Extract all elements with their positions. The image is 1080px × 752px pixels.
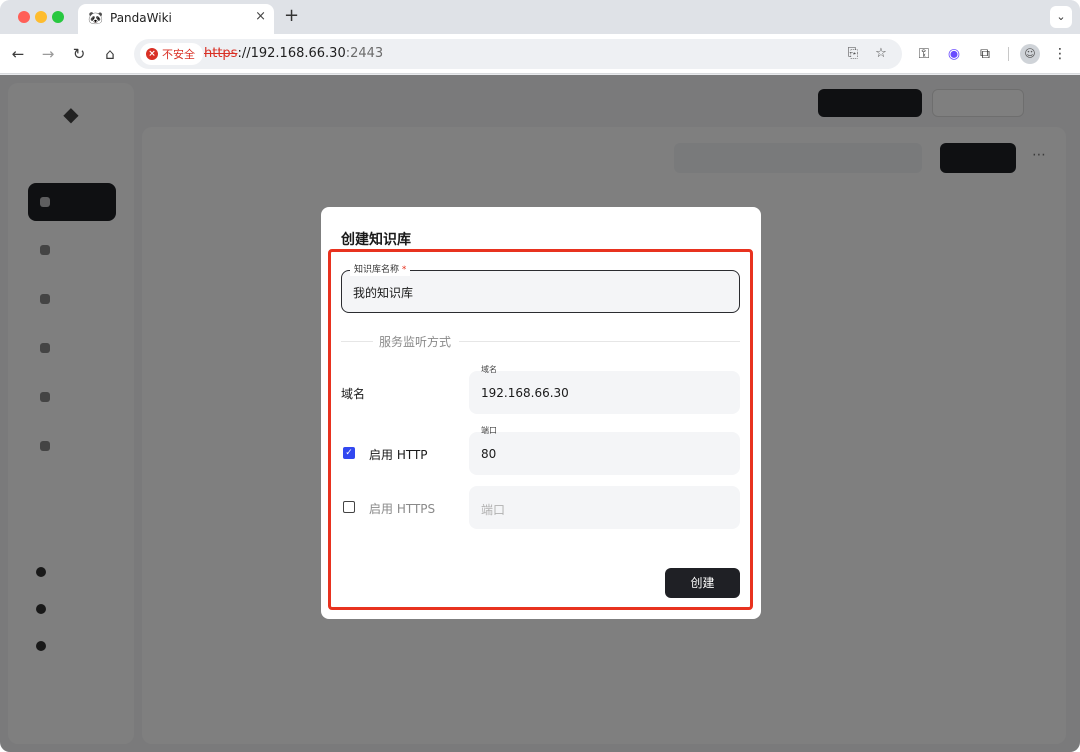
warning-icon: × — [146, 48, 158, 60]
address-bar[interactable]: × 不安全 https://192.168.66.30:2443 ⎘ ☆ — [134, 39, 902, 69]
minimize-window-button[interactable] — [35, 11, 47, 23]
forward-arrow-icon[interactable]: → — [38, 44, 58, 64]
https-port-input[interactable]: 端口 — [469, 486, 740, 529]
tab-title: PandaWiki — [110, 11, 172, 25]
url-text[interactable]: https://192.168.66.30:2443 — [204, 46, 383, 61]
domain-row-label: 域名 — [341, 387, 366, 401]
create-button[interactable]: 创建 — [665, 568, 740, 598]
tab-bar: 🐼 PandaWiki × + ⌄ — [0, 0, 1080, 34]
bookmark-star-icon[interactable]: ☆ — [872, 45, 890, 63]
required-mark: * — [401, 265, 407, 275]
back-arrow-icon[interactable]: ← — [8, 44, 28, 64]
close-window-button[interactable] — [18, 11, 30, 23]
reload-icon[interactable]: ↻ — [69, 44, 89, 64]
browser-toolbar: ← → ↻ ⌂ × 不安全 https://192.168.66.30:2443… — [0, 34, 1080, 74]
http-port-input[interactable]: 端口 80 — [469, 426, 740, 475]
browser-tab[interactable]: 🐼 PandaWiki × — [78, 4, 274, 34]
insecure-label: 不安全 — [162, 48, 195, 61]
maximize-window-button[interactable] — [52, 11, 64, 23]
kb-name-value: 我的知识库 — [353, 286, 414, 300]
kb-name-label: 知识库名称 * — [350, 264, 411, 276]
section-divider-right — [459, 341, 740, 342]
profile-avatar-icon[interactable]: ☺ — [1020, 44, 1040, 64]
domain-input-value: 192.168.66.30 — [481, 386, 569, 400]
translate-icon[interactable]: ⎘ — [844, 45, 862, 63]
extension-circle-icon[interactable]: ◉ — [944, 44, 964, 64]
tab-search-chevron-icon[interactable]: ⌄ — [1050, 6, 1072, 28]
toolbar-separator — [1008, 47, 1009, 61]
home-icon[interactable]: ⌂ — [100, 44, 120, 64]
http-port-value: 80 — [481, 447, 497, 461]
kb-name-field[interactable]: 知识库名称 * 我的知识库 — [341, 264, 740, 313]
extension-key-icon[interactable]: ⚿ — [914, 44, 934, 64]
section-divider-left — [341, 341, 373, 342]
https-port-placeholder: 端口 — [481, 503, 506, 517]
http-port-label: 端口 — [481, 426, 497, 435]
security-indicator[interactable]: × 不安全 — [140, 43, 203, 65]
panda-icon: 🐼 — [88, 11, 103, 25]
tab-close-icon[interactable]: × — [255, 9, 266, 24]
url-port: :2443 — [345, 46, 384, 61]
http-checkbox-label[interactable]: 启用 HTTP — [369, 446, 428, 463]
url-scheme: https — [204, 46, 238, 61]
https-checkbox-label[interactable]: 启用 HTTPS — [369, 500, 435, 517]
domain-input[interactable]: 域名 192.168.66.30 — [469, 365, 740, 414]
browser-window: 🐼 PandaWiki × + ⌄ ← → ↻ ⌂ × 不安全 https://… — [0, 0, 1080, 752]
extensions-puzzle-icon[interactable]: ⧉ — [975, 44, 995, 64]
http-checkbox[interactable]: ✓ — [343, 447, 355, 459]
menu-kebab-icon[interactable]: ⋮ — [1050, 44, 1070, 64]
section-title: 服务监听方式 — [379, 335, 452, 349]
https-checkbox[interactable] — [343, 501, 355, 513]
new-tab-button[interactable]: + — [284, 6, 299, 26]
domain-input-label: 域名 — [481, 365, 497, 374]
create-kb-dialog: 创建知识库 知识库名称 * 我的知识库 服务监听方式 域名 域名 192.168… — [321, 207, 761, 619]
url-host: ://192.168.66.30 — [237, 46, 346, 61]
dialog-title: 创建知识库 — [341, 232, 411, 248]
kb-name-label-text: 知识库名称 — [354, 265, 400, 275]
